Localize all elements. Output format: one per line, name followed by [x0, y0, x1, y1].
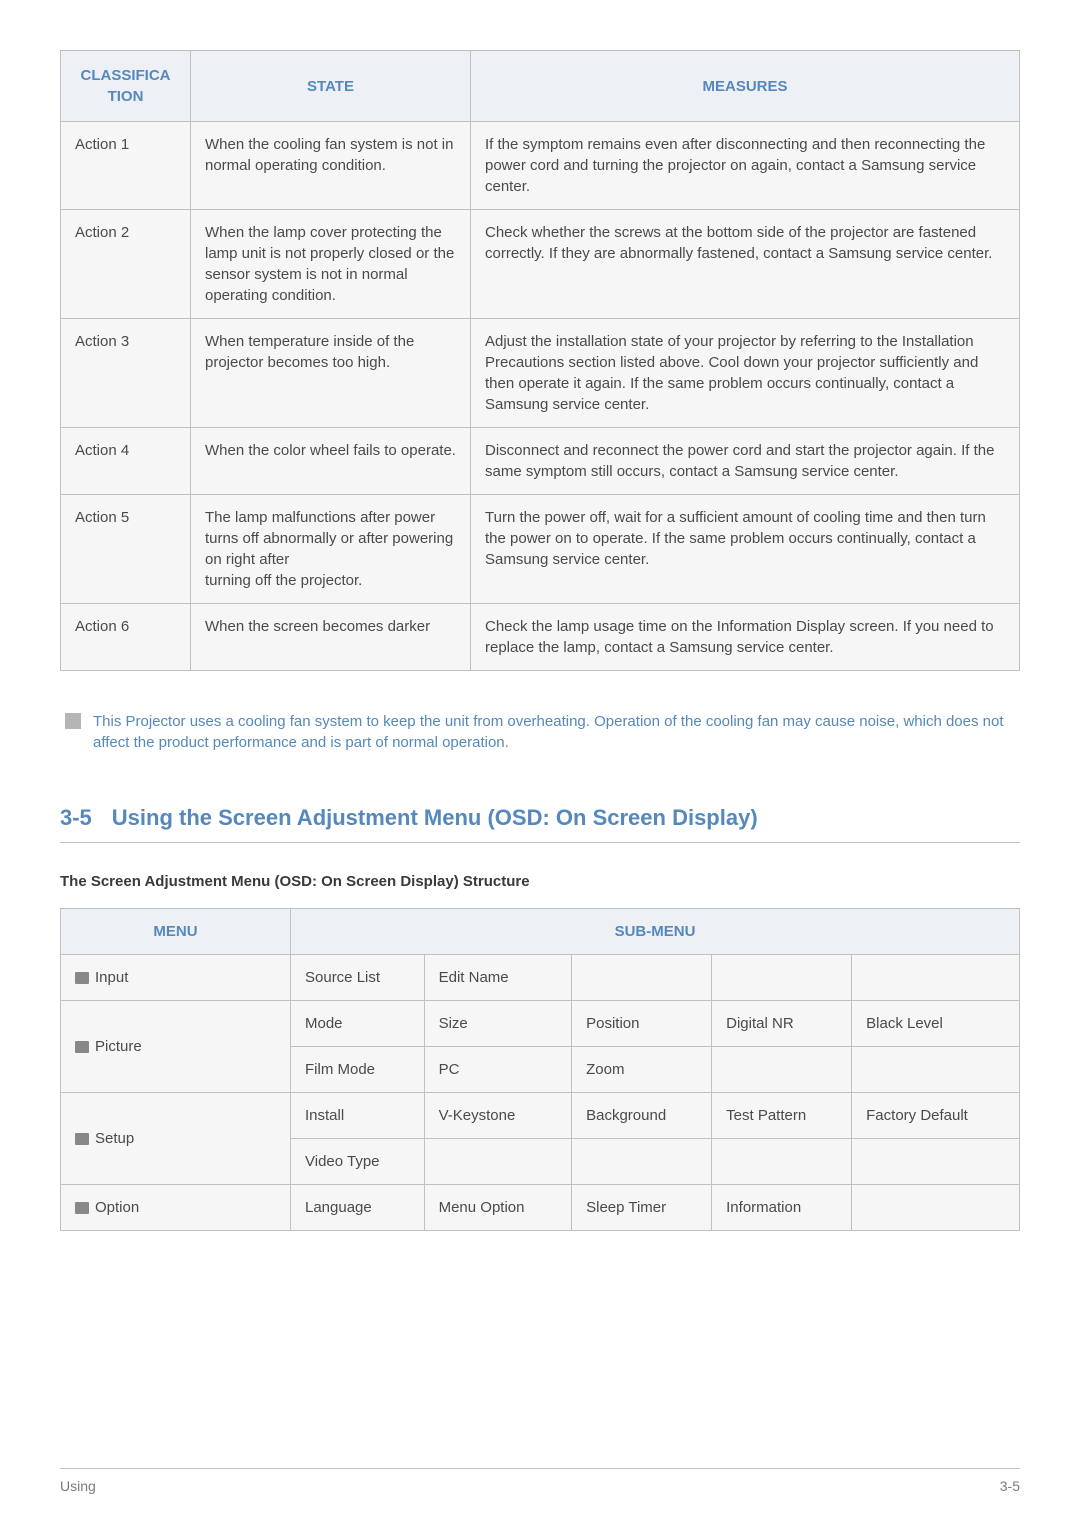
table-row: Picture Mode Size Position Digital NR Bl… — [61, 1000, 1020, 1046]
picture-icon — [75, 1041, 89, 1053]
cell: Zoom — [572, 1046, 712, 1092]
cell: PC — [424, 1046, 572, 1092]
cell-measures: If the symptom remains even after discon… — [471, 122, 1020, 210]
cell-state: When the color wheel fails to operate. — [191, 428, 471, 495]
cell-measures: Check whether the screws at the bottom s… — [471, 210, 1020, 319]
cell — [852, 954, 1020, 1000]
table-row: Action 6 When the screen becomes darker … — [61, 604, 1020, 671]
cell: Mode — [291, 1000, 425, 1046]
input-icon — [75, 972, 89, 984]
cell: Black Level — [852, 1000, 1020, 1046]
cell — [712, 1046, 852, 1092]
structure-title: The Screen Adjustment Menu (OSD: On Scre… — [60, 871, 1020, 892]
header-submenu: SUB-MENU — [291, 908, 1020, 954]
cell-measures: Disconnect and reconnect the power cord … — [471, 428, 1020, 495]
cell-measures: Turn the power off, wait for a sufficien… — [471, 495, 1020, 604]
cell-classification: Action 2 — [61, 210, 191, 319]
cell-classification: Action 1 — [61, 122, 191, 210]
table-row: Action 2 When the lamp cover protecting … — [61, 210, 1020, 319]
cell: Background — [572, 1092, 712, 1138]
cell: Test Pattern — [712, 1092, 852, 1138]
section-number: 3-5 — [60, 803, 92, 834]
section-header: 3-5 Using the Screen Adjustment Menu (OS… — [60, 803, 1020, 843]
cell — [852, 1046, 1020, 1092]
cell-measures: Adjust the installation state of your pr… — [471, 319, 1020, 428]
cell: Digital NR — [712, 1000, 852, 1046]
table-row: Input Source List Edit Name — [61, 954, 1020, 1000]
info-icon — [65, 713, 81, 729]
table-row: Action 3 When temperature inside of the … — [61, 319, 1020, 428]
submenu-table: MENU SUB-MENU Input Source List Edit Nam… — [60, 908, 1020, 1231]
cell — [572, 1138, 712, 1184]
cell-classification: Action 4 — [61, 428, 191, 495]
footer-right: 3-5 — [1000, 1477, 1020, 1497]
cell-classification: Action 5 — [61, 495, 191, 604]
cell — [424, 1138, 572, 1184]
note-text: This Projector uses a cooling fan system… — [93, 711, 1015, 753]
menu-option: Option — [61, 1184, 291, 1230]
table-row: Setup Install V-Keystone Background Test… — [61, 1092, 1020, 1138]
cell: Install — [291, 1092, 425, 1138]
header-classification: CLASSIFICATION — [61, 51, 191, 122]
cell — [572, 954, 712, 1000]
cell: Video Type — [291, 1138, 425, 1184]
cell: Source List — [291, 954, 425, 1000]
menu-picture: Picture — [61, 1000, 291, 1092]
cell: V-Keystone — [424, 1092, 572, 1138]
cell: Information — [712, 1184, 852, 1230]
cell: Size — [424, 1000, 572, 1046]
table-row: Option Language Menu Option Sleep Timer … — [61, 1184, 1020, 1230]
cell — [852, 1184, 1020, 1230]
menu-input: Input — [61, 954, 291, 1000]
cell: Position — [572, 1000, 712, 1046]
note-block: This Projector uses a cooling fan system… — [60, 711, 1020, 753]
cell: Film Mode — [291, 1046, 425, 1092]
section-title: Using the Screen Adjustment Menu (OSD: O… — [112, 803, 758, 834]
cell-state: The lamp malfunctions after power turns … — [191, 495, 471, 604]
cell — [712, 1138, 852, 1184]
table-row: Action 4 When the color wheel fails to o… — [61, 428, 1020, 495]
footer-left: Using — [60, 1477, 96, 1497]
cell-state: When temperature inside of the projector… — [191, 319, 471, 428]
menu-setup: Setup — [61, 1092, 291, 1184]
table-row: Action 1 When the cooling fan system is … — [61, 122, 1020, 210]
footer: Using 3-5 — [60, 1468, 1020, 1497]
cell — [852, 1138, 1020, 1184]
actions-table: CLASSIFICATION STATE MEASURES Action 1 W… — [60, 50, 1020, 671]
cell-state: When the cooling fan system is not in no… — [191, 122, 471, 210]
cell: Edit Name — [424, 954, 572, 1000]
cell: Factory Default — [852, 1092, 1020, 1138]
setup-icon — [75, 1133, 89, 1145]
cell-state: When the screen becomes darker — [191, 604, 471, 671]
header-state: STATE — [191, 51, 471, 122]
header-measures: MEASURES — [471, 51, 1020, 122]
cell-classification: Action 6 — [61, 604, 191, 671]
table-row: Action 5 The lamp malfunctions after pow… — [61, 495, 1020, 604]
option-icon — [75, 1202, 89, 1214]
header-menu: MENU — [61, 908, 291, 954]
cell-classification: Action 3 — [61, 319, 191, 428]
cell: Menu Option — [424, 1184, 572, 1230]
cell-state: When the lamp cover protecting the lamp … — [191, 210, 471, 319]
cell-measures: Check the lamp usage time on the Informa… — [471, 604, 1020, 671]
cell: Language — [291, 1184, 425, 1230]
cell: Sleep Timer — [572, 1184, 712, 1230]
cell — [712, 954, 852, 1000]
